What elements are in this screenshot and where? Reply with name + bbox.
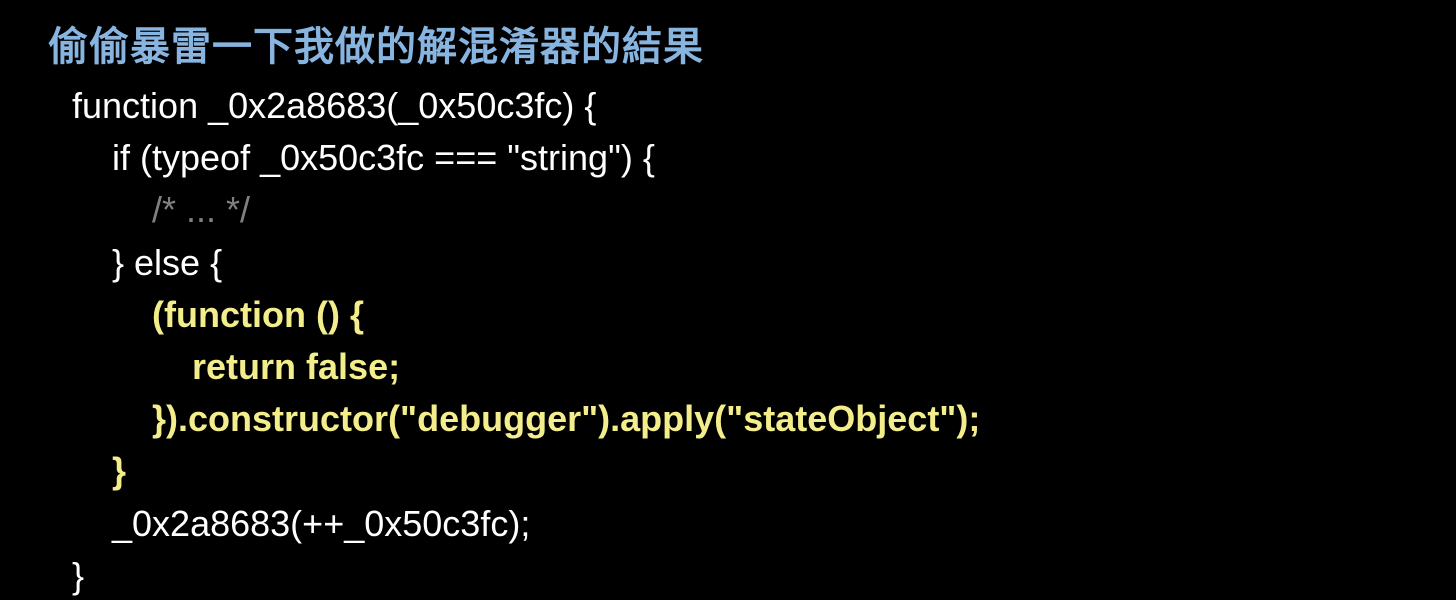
- code-line: }: [72, 555, 84, 596]
- code-line: } else {: [72, 242, 222, 283]
- code-line: function _0x2a8683(_0x50c3fc) {: [72, 85, 596, 126]
- code-highlight: }).constructor("debugger").apply("stateO…: [72, 398, 980, 439]
- code-line: _0x2a8683(++_0x50c3fc);: [72, 503, 530, 544]
- slide: 偷偷暴雷一下我做的解混淆器的結果 function _0x2a8683(_0x5…: [0, 0, 1456, 600]
- code-comment: /* ... */: [72, 189, 250, 230]
- slide-title: 偷偷暴雷一下我做的解混淆器的結果: [48, 14, 1408, 72]
- code-block: function _0x2a8683(_0x50c3fc) { if (type…: [48, 80, 1408, 600]
- code-highlight: return false;: [72, 346, 400, 387]
- code-line: if (typeof _0x50c3fc === "string") {: [72, 137, 655, 178]
- code-highlight: }: [72, 450, 126, 491]
- code-highlight: (function () {: [72, 294, 364, 335]
